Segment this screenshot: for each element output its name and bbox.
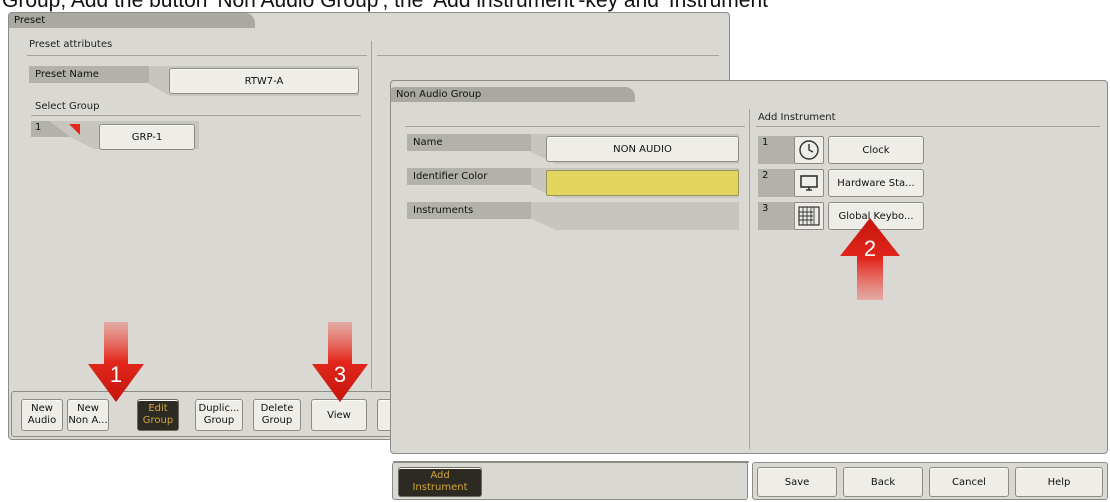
button-line: Group bbox=[261, 415, 293, 426]
arrow-number: 2 bbox=[863, 236, 877, 261]
button-line: Non A... bbox=[68, 415, 108, 426]
preset-window-title: Preset bbox=[9, 13, 255, 28]
new-audio-button[interactable]: New Audio bbox=[21, 399, 63, 431]
divider bbox=[405, 126, 745, 127]
field-underlay bbox=[531, 202, 739, 230]
divider bbox=[371, 41, 372, 389]
back-button[interactable]: Back bbox=[843, 467, 923, 497]
instrument-index: 1 bbox=[758, 136, 794, 164]
button-line: New bbox=[77, 403, 99, 414]
non-audio-window-title: Non Audio Group bbox=[391, 87, 635, 102]
preset-name-field[interactable]: RTW7-A bbox=[169, 68, 359, 94]
button-line: Delete bbox=[260, 403, 294, 414]
identifier-color-swatch[interactable] bbox=[546, 170, 739, 196]
view-button[interactable]: View bbox=[311, 399, 367, 431]
help-button[interactable]: Help bbox=[1015, 467, 1103, 497]
keyboard-icon bbox=[794, 202, 824, 230]
instrument-hardware-status-button[interactable]: Hardware Sta... bbox=[828, 169, 924, 197]
button-line: Group bbox=[203, 415, 235, 426]
identifier-color-label: Identifier Color bbox=[407, 168, 552, 185]
new-non-audio-button[interactable]: New Non A... bbox=[67, 399, 109, 431]
divider bbox=[756, 126, 1100, 127]
arrow-number: 1 bbox=[109, 362, 123, 387]
button-line: Add bbox=[430, 470, 450, 481]
monitor-icon bbox=[794, 169, 824, 197]
divider bbox=[377, 55, 719, 56]
group-color-marker bbox=[69, 124, 80, 135]
add-instrument-button[interactable]: Add Instrument bbox=[398, 467, 482, 497]
delete-group-button[interactable]: Delete Group bbox=[253, 399, 301, 431]
non-audio-group-window: Non Audio Group Name NON AUDIO Identifie… bbox=[390, 80, 1108, 463]
save-button[interactable]: Save bbox=[757, 467, 837, 497]
instrument-index: 2 bbox=[758, 169, 794, 197]
name-label: Name bbox=[407, 134, 552, 151]
divider bbox=[27, 55, 367, 56]
divider bbox=[31, 115, 361, 116]
caption-text: Group; Add the button 'Non Audio Group',… bbox=[2, 0, 773, 12]
button-line: Audio bbox=[27, 415, 57, 426]
duplicate-group-button[interactable]: Duplic... Group bbox=[195, 399, 243, 431]
cancel-button[interactable]: Cancel bbox=[929, 467, 1009, 497]
name-field[interactable]: NON AUDIO bbox=[546, 136, 739, 162]
arrow-number: 3 bbox=[333, 362, 347, 387]
button-line: Group bbox=[142, 415, 174, 426]
select-group-label: Select Group bbox=[35, 101, 100, 112]
preset-attributes-label: Preset attributes bbox=[29, 39, 113, 50]
button-line: Duplic... bbox=[198, 403, 240, 414]
button-line: New bbox=[31, 403, 53, 414]
preset-name-label: Preset Name bbox=[29, 66, 164, 83]
instrument-index: 3 bbox=[758, 202, 794, 230]
group-button-grp-1[interactable]: GRP-1 bbox=[99, 124, 195, 150]
edit-group-button[interactable]: Edit Group bbox=[137, 399, 179, 431]
button-line: Edit bbox=[148, 403, 168, 414]
clock-icon bbox=[794, 136, 824, 164]
button-line: Instrument bbox=[412, 482, 468, 493]
divider bbox=[749, 109, 750, 449]
add-instrument-header: Add Instrument bbox=[758, 112, 836, 123]
instrument-clock-button[interactable]: Clock bbox=[828, 136, 924, 164]
